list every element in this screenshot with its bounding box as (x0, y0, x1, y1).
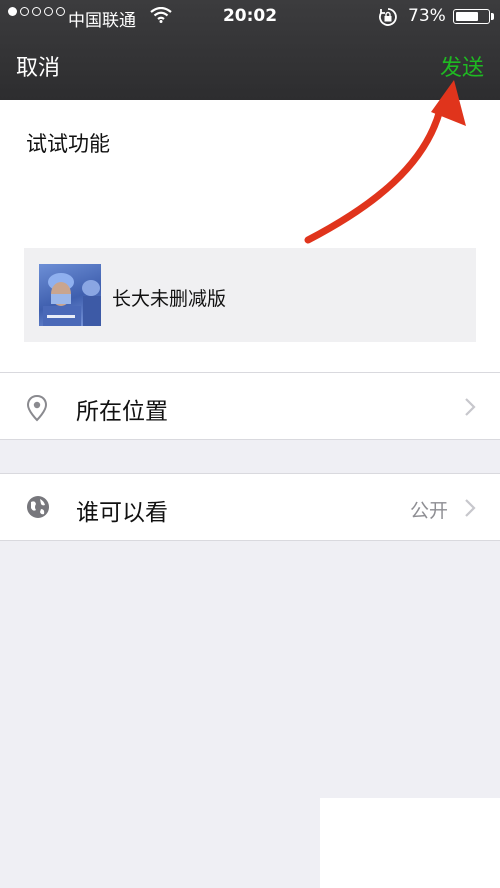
red-arrow-annotation (304, 80, 466, 244)
